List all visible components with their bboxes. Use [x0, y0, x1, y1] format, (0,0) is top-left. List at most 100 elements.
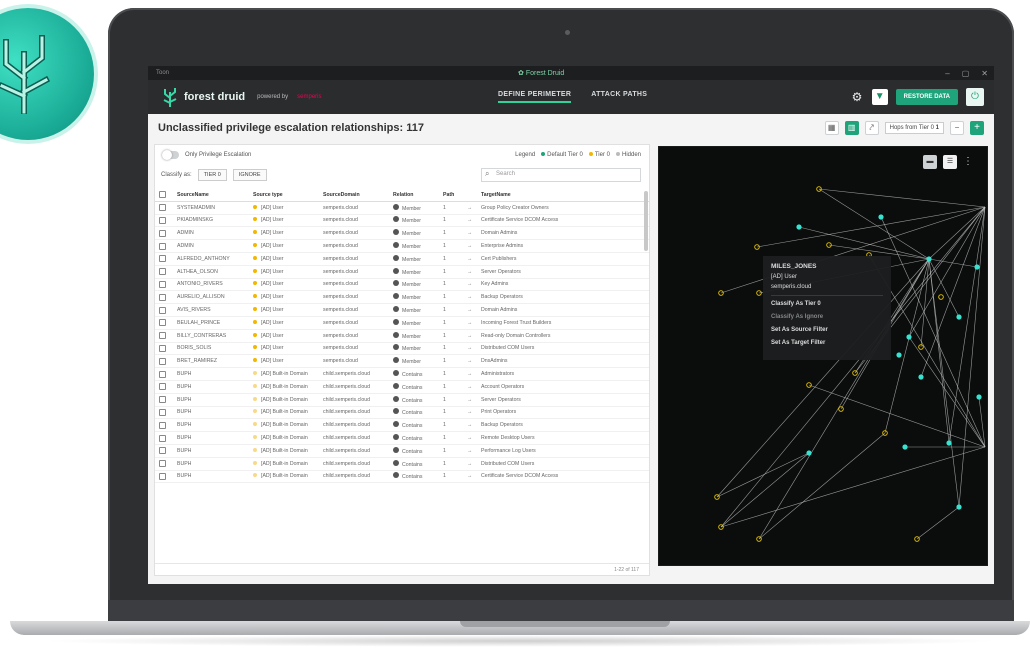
row-checkbox[interactable]	[159, 280, 166, 288]
row-checkbox[interactable]	[159, 447, 166, 455]
graph-node[interactable]	[938, 294, 944, 300]
target-name-cell: Performance Log Users	[481, 447, 536, 454]
graph-node[interactable]	[902, 444, 908, 450]
row-checkbox[interactable]	[159, 268, 166, 276]
graph-node[interactable]	[946, 440, 952, 446]
classify-tier0-menu-item[interactable]: Classify As Tier 0	[771, 299, 883, 310]
minimize-icon[interactable]: –	[945, 69, 949, 78]
minus-icon[interactable]: −	[950, 121, 964, 135]
graph-node[interactable]	[976, 394, 982, 400]
table-scrollbar[interactable]	[644, 191, 648, 251]
table-row[interactable]: BUPH [AD] Built-in Domain child.semperis.c…	[155, 419, 649, 433]
graph-more-icon[interactable]: ⋮	[963, 155, 973, 169]
graph-node[interactable]	[906, 334, 912, 340]
row-checkbox[interactable]	[159, 332, 166, 340]
row-checkbox[interactable]	[159, 383, 166, 391]
table-row[interactable]: ADMIN [AD] User semperis.cloud Member 1 → Doma…	[155, 227, 649, 241]
row-checkbox[interactable]	[159, 242, 166, 250]
row-checkbox[interactable]	[159, 460, 166, 468]
row-checkbox[interactable]	[159, 293, 166, 301]
graph-edge	[880, 216, 986, 448]
tab-define-perimeter[interactable]: DEFINE PERIMETER	[498, 91, 572, 103]
table-row[interactable]: BUPH [AD] Built-in Domain child.semperis.c…	[155, 458, 649, 471]
table-row[interactable]: BEULAH_PRINCE [AD] User semperis.cloud Memb…	[155, 317, 649, 330]
row-checkbox[interactable]	[159, 306, 166, 314]
split-view-icon[interactable]: ▥	[844, 121, 859, 135]
row-checkbox[interactable]	[159, 204, 166, 212]
table-row[interactable]: ADMIN [AD] User semperis.cloud Member 1 → Ente…	[155, 240, 649, 253]
col-source-domain[interactable]: SourceDomain	[323, 192, 393, 198]
row-checkbox[interactable]	[159, 357, 166, 365]
graph-node[interactable]	[878, 214, 884, 220]
row-checkbox[interactable]	[159, 408, 166, 416]
col-source-name[interactable]: SourceName	[177, 192, 253, 198]
graph-node[interactable]	[918, 374, 924, 380]
table-row[interactable]: BUPH [AD] Built-in Domain child.semperis.c…	[155, 432, 649, 445]
table-row[interactable]: SYSTEMADMIN [AD] User semperis.cloud Member…	[155, 202, 649, 215]
restore-data-button[interactable]: RESTORE DATA	[895, 89, 958, 105]
graph-node[interactable]	[896, 352, 902, 358]
maximize-icon[interactable]: ▢	[962, 69, 970, 78]
source-type-cell: [AD] Built-in Domain	[253, 422, 323, 428]
graph-list-icon[interactable]: ☰	[943, 155, 957, 169]
graph-node[interactable]	[796, 224, 802, 230]
row-checkbox[interactable]	[159, 216, 166, 224]
classify-tier0-button[interactable]: TIER 0	[197, 169, 227, 181]
set-source-filter-menu-item[interactable]: Set As Source Filter	[771, 325, 883, 336]
gear-icon[interactable]: ⚙	[852, 91, 864, 103]
row-checkbox[interactable]	[159, 370, 166, 378]
table-row[interactable]: ANTONIO_RIVERS [AD] User semperis.cloud Mem…	[155, 279, 649, 292]
filter-icon[interactable]: ▼	[871, 89, 888, 105]
power-icon[interactable]: ⏻	[966, 88, 984, 106]
table-row[interactable]: AVIS_RIVERS [AD] User semperis.cloud Member…	[155, 304, 649, 317]
arrow-icon: →	[467, 435, 473, 442]
plus-icon[interactable]: +	[970, 121, 984, 135]
table-row[interactable]: BUPH [AD] Built-in Domain child.semperis.c…	[155, 394, 649, 407]
graph-view-icon[interactable]: ⤤	[864, 121, 879, 135]
graph-node[interactable]	[974, 264, 980, 270]
set-target-filter-menu-item[interactable]: Set As Target Filter	[771, 338, 883, 349]
table-view-icon[interactable]: ▦	[824, 121, 839, 135]
table-row[interactable]: PKIADMINSKG [AD] User semperis.cloud Member…	[155, 215, 649, 228]
table-row[interactable]: BUPH [AD] Built-in Domain child.semperis.c…	[155, 368, 649, 381]
graph-node[interactable]	[956, 504, 962, 510]
col-source-type[interactable]: Source type	[253, 192, 323, 198]
col-relation[interactable]: Relation	[393, 192, 443, 198]
graph-panel[interactable]: ▬ ☰ ⋮ MILES_JONES [AD] User semperis.clo…	[658, 146, 988, 566]
row-checkbox[interactable]	[159, 472, 166, 480]
row-checkbox[interactable]	[159, 229, 166, 237]
table-row[interactable]: ALTHEA_OLSON [AD] User semperis.cloud Membe…	[155, 266, 649, 279]
graph-layout-icon[interactable]: ▬	[923, 155, 937, 169]
close-icon[interactable]: ✕	[981, 69, 988, 78]
graph-node[interactable]	[806, 450, 812, 456]
graph-node[interactable]	[926, 256, 932, 262]
graph-node[interactable]	[956, 314, 962, 320]
select-all-checkbox[interactable]	[159, 191, 166, 199]
table-row[interactable]: BUPH [AD] Built-in Domain child.semperis.c…	[155, 445, 649, 458]
row-checkbox[interactable]	[159, 344, 166, 352]
table-row[interactable]: AURELIO_ALLISON [AD] User semperis.cloud Me…	[155, 291, 649, 305]
col-target-name[interactable]: TargetName	[481, 192, 621, 198]
row-checkbox[interactable]	[159, 319, 166, 327]
classify-ignore-menu-item[interactable]: Classify As Ignore	[771, 312, 883, 323]
table-row[interactable]: BUPH [AD] Built-in Domain child.semperis.c…	[155, 407, 649, 420]
table-row[interactable]: BILLY_CONTRERAS [AD] User semperis.cloud Me…	[155, 330, 649, 343]
row-checkbox[interactable]	[159, 434, 166, 442]
hops-selector[interactable]: Hops from Tier 0 1	[884, 122, 944, 134]
table-row[interactable]: BORIS_SOLIS [AD] User semperis.cloud Member…	[155, 343, 649, 356]
tier-dot-icon	[253, 255, 257, 260]
row-checkbox[interactable]	[159, 421, 166, 429]
row-checkbox[interactable]	[159, 255, 166, 263]
table-row[interactable]: BRET_RAMIREZ [AD] User semperis.cloud Membe…	[155, 355, 649, 369]
col-path[interactable]: Path	[443, 192, 467, 198]
path-cell: 1	[443, 319, 446, 326]
search-input[interactable]: Search	[481, 168, 641, 182]
tab-attack-paths[interactable]: ATTACK PATHS	[591, 91, 647, 103]
path-cell: 1	[443, 281, 446, 288]
table-row[interactable]: BUPH [AD] Built-in Domain child.semperis.c…	[155, 471, 649, 484]
table-row[interactable]: ALFREDO_ANTHONY [AD] User semperis.cloud Me…	[155, 253, 649, 266]
classify-ignore-button[interactable]: IGNORE	[232, 169, 267, 181]
privilege-escalation-toggle[interactable]	[162, 150, 179, 160]
table-row[interactable]: BUPH [AD] Built-in Domain child.semperis.c…	[155, 381, 649, 394]
row-checkbox[interactable]	[159, 396, 166, 404]
